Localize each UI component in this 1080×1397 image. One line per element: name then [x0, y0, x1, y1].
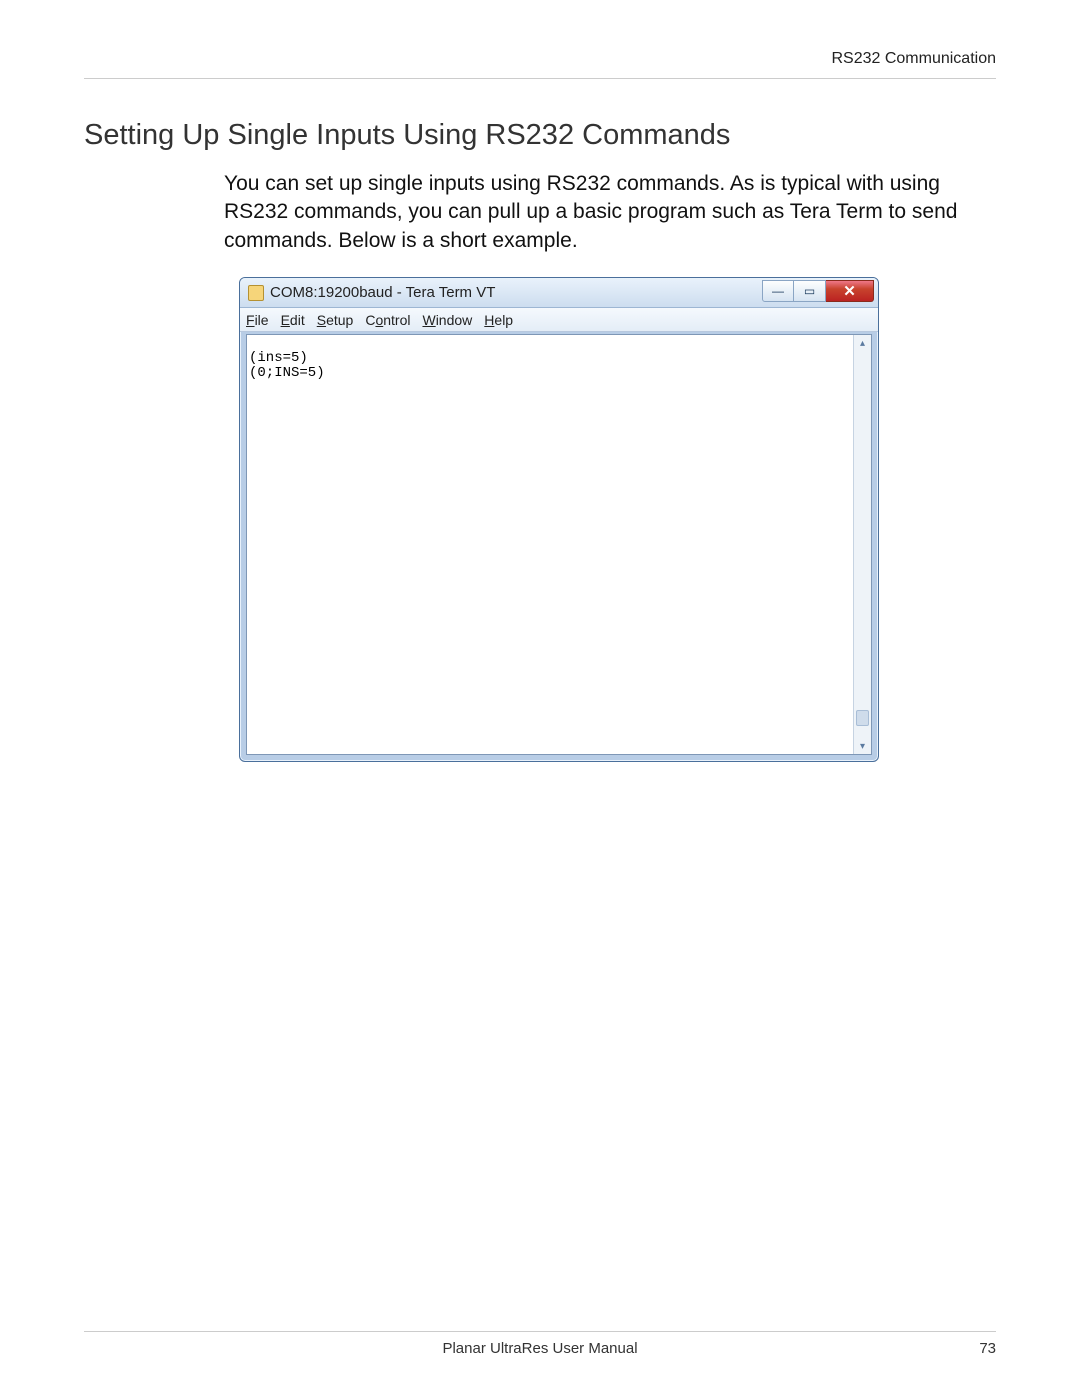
app-icon [248, 285, 264, 301]
section-body: You can set up single inputs using RS232… [224, 170, 996, 255]
footer-manual-title: Planar UltraRes User Manual [442, 1340, 637, 1357]
menu-file-rest: ile [255, 312, 269, 328]
scroll-thumb[interactable] [856, 710, 869, 726]
page-footer: Planar UltraRes User Manual 73 [84, 1331, 996, 1357]
menu-edit-rest: dit [290, 312, 305, 328]
close-icon: ✕ [843, 282, 856, 300]
menu-edit[interactable]: Edit [281, 312, 305, 328]
menu-control-rest: ntrol [383, 312, 410, 328]
terminal-client-area: (ins=5) (0;INS=5) ▴ ▾ [246, 334, 872, 755]
minimize-button[interactable]: — [762, 280, 794, 302]
menu-control[interactable]: Control [365, 312, 410, 328]
page-number: 73 [979, 1340, 996, 1357]
terminal-line-2: (0;INS=5) [249, 365, 325, 381]
maximize-button[interactable]: ▭ [794, 280, 826, 302]
window-title: COM8:19200baud - Tera Term VT [270, 284, 762, 301]
scroll-track[interactable] [854, 351, 871, 738]
teraterm-window: COM8:19200baud - Tera Term VT — ▭ ✕ File… [239, 277, 879, 762]
document-page: RS232 Communication Setting Up Single In… [0, 0, 1080, 1397]
minimize-icon: — [772, 284, 784, 298]
menu-help-rest: elp [494, 312, 513, 328]
menu-setup[interactable]: Setup [317, 312, 354, 328]
running-header: RS232 Communication [84, 50, 996, 79]
window-titlebar[interactable]: COM8:19200baud - Tera Term VT — ▭ ✕ [240, 278, 878, 308]
maximize-icon: ▭ [804, 284, 815, 298]
menu-help[interactable]: Help [484, 312, 513, 328]
section-heading: Setting Up Single Inputs Using RS232 Com… [84, 119, 996, 152]
window-controls: — ▭ ✕ [762, 280, 874, 302]
menu-bar: File Edit Setup Control Window Help [240, 308, 878, 332]
terminal-line-1: (ins=5) [249, 350, 308, 366]
scroll-up-icon[interactable]: ▴ [855, 335, 871, 351]
scroll-down-icon[interactable]: ▾ [855, 738, 871, 754]
menu-window[interactable]: Window [422, 312, 472, 328]
menu-window-rest: indow [436, 312, 473, 328]
menu-setup-rest: etup [326, 312, 353, 328]
close-button[interactable]: ✕ [826, 280, 874, 302]
vertical-scrollbar[interactable]: ▴ ▾ [853, 335, 871, 754]
menu-file[interactable]: File [246, 312, 269, 328]
terminal-output[interactable]: (ins=5) (0;INS=5) [247, 335, 853, 754]
